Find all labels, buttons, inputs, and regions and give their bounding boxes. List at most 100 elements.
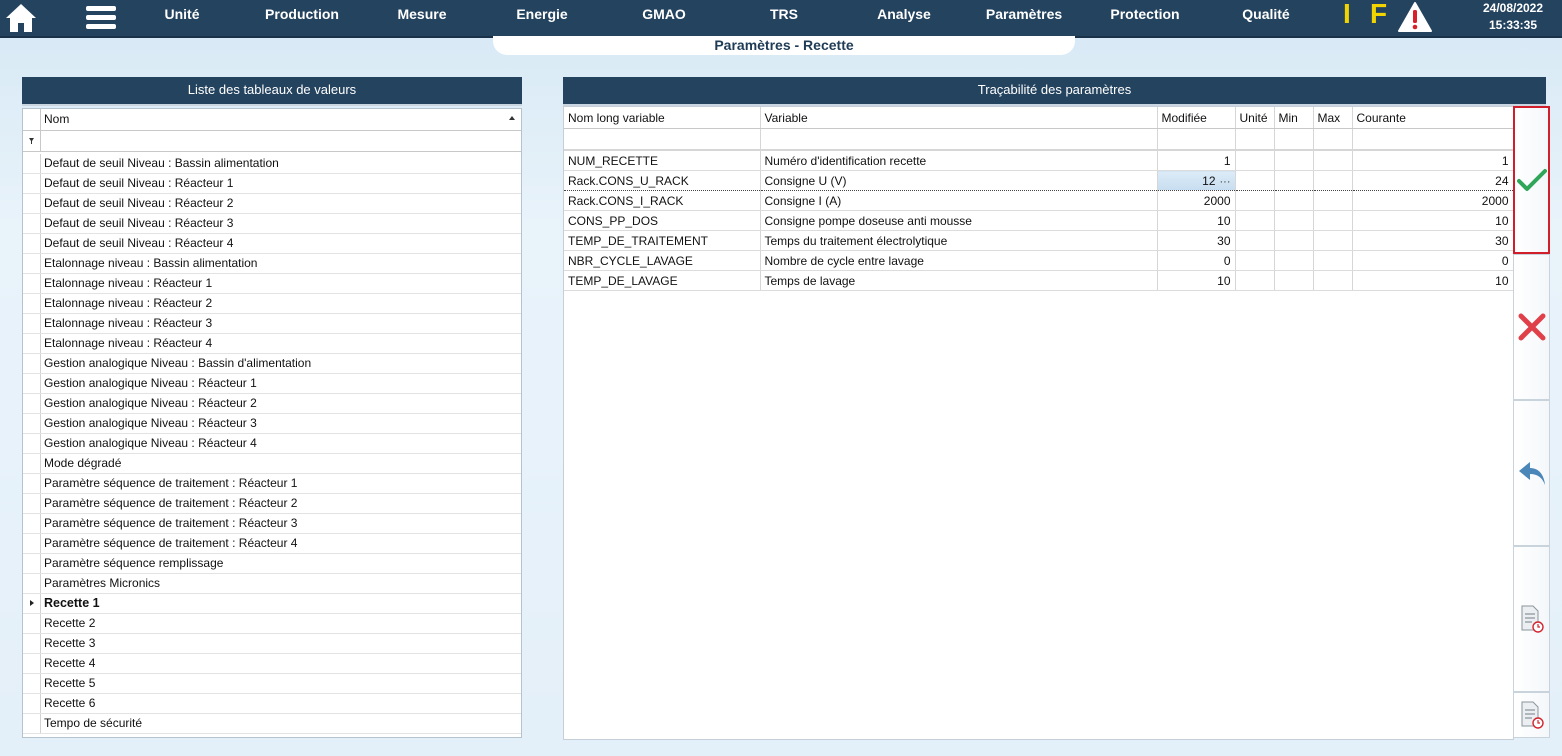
row-selector[interactable] (23, 534, 41, 553)
nav-item-5[interactable]: TRS (770, 0, 798, 30)
nav-item-0[interactable]: Unité (165, 0, 200, 30)
row-selector[interactable] (23, 374, 41, 393)
nav-item-3[interactable]: Energie (516, 0, 567, 30)
column-header[interactable]: Nom long variable (564, 107, 761, 129)
list-item[interactable]: Paramètre séquence remplissage (23, 554, 521, 574)
list-item[interactable]: Etalonnage niveau : Réacteur 1 (23, 274, 521, 294)
row-selector[interactable] (23, 454, 41, 473)
list-item[interactable]: Paramètres Micronics (23, 574, 521, 594)
home-button[interactable] (4, 1, 38, 35)
row-selector[interactable] (23, 654, 41, 673)
row-selector[interactable] (23, 434, 41, 453)
column-header[interactable]: Unité (1235, 107, 1275, 129)
ellipsis-button[interactable]: ··· (1220, 176, 1231, 188)
row-selector[interactable] (23, 614, 41, 633)
row-selector[interactable] (23, 254, 41, 273)
list-item[interactable]: Recette 3 (23, 634, 521, 654)
flag-f-indicator[interactable]: F (1370, 0, 1387, 30)
table-row[interactable]: CONS_PP_DOS Consigne pompe doseuse anti m… (564, 210, 1513, 231)
cell-modifiee[interactable]: 10 (1157, 270, 1236, 291)
row-selector[interactable] (23, 594, 41, 613)
table-row[interactable]: TEMP_DE_TRAITEMENT Temps du traitement él… (564, 230, 1513, 251)
row-selector[interactable] (23, 314, 41, 333)
table-row[interactable]: Rack.CONS_U_RACK Consigne U (V) 12 ··· 24 (564, 170, 1513, 191)
undo-button[interactable] (1513, 400, 1550, 546)
list-item[interactable]: Defaut de seuil Niveau : Bassin alimenta… (23, 154, 521, 174)
row-selector[interactable] (23, 514, 41, 533)
nav-item-9[interactable]: Qualité (1242, 0, 1289, 30)
list-item[interactable]: Gestion analogique Niveau : Réacteur 1 (23, 374, 521, 394)
row-selector[interactable] (23, 174, 41, 193)
list-item[interactable]: Gestion analogique Niveau : Réacteur 4 (23, 434, 521, 454)
list-item[interactable]: Recette 2 (23, 614, 521, 634)
column-header[interactable]: Min (1274, 107, 1314, 129)
cell-modifiee[interactable]: 1 (1157, 150, 1236, 171)
list-item[interactable]: Paramètre séquence de traitement : Réact… (23, 494, 521, 514)
nav-item-4[interactable]: GMAO (642, 0, 686, 30)
list-item[interactable]: Paramètre séquence de traitement : Réact… (23, 534, 521, 554)
column-header[interactable]: Courante (1352, 107, 1513, 129)
row-selector[interactable] (23, 354, 41, 373)
row-selector[interactable] (23, 394, 41, 413)
history-doc-button-2[interactable] (1513, 692, 1550, 738)
row-selector[interactable] (23, 494, 41, 513)
history-doc-button[interactable] (1513, 546, 1550, 692)
row-selector[interactable] (23, 554, 41, 573)
list-item[interactable]: Tempo de sécurité (23, 714, 521, 734)
list-item[interactable]: Defaut de seuil Niveau : Réacteur 1 (23, 174, 521, 194)
table-row[interactable]: NUM_RECETTE Numéro d'identification recet… (564, 150, 1513, 171)
list-item[interactable]: Paramètre séquence de traitement : Réact… (23, 514, 521, 534)
list-item[interactable]: Gestion analogique Niveau : Réacteur 2 (23, 394, 521, 414)
row-selector[interactable] (23, 714, 41, 733)
column-header[interactable]: Max (1313, 107, 1353, 129)
column-header[interactable]: Modifiée (1157, 107, 1236, 129)
list-item[interactable]: Gestion analogique Niveau : Bassin d'ali… (23, 354, 521, 374)
list-item[interactable]: Defaut de seuil Niveau : Réacteur 4 (23, 234, 521, 254)
main-menu-button[interactable] (86, 3, 116, 31)
list-item[interactable]: Etalonnage niveau : Réacteur 3 (23, 314, 521, 334)
row-selector[interactable] (23, 574, 41, 593)
cell-modifiee[interactable]: 0 (1157, 250, 1236, 271)
nav-item-7[interactable]: Paramètres (986, 0, 1062, 30)
list-item[interactable]: Recette 6 (23, 694, 521, 714)
cell-modifiee[interactable]: 10 (1157, 210, 1236, 231)
list-item[interactable]: Defaut de seuil Niveau : Réacteur 3 (23, 214, 521, 234)
validate-button[interactable] (1513, 106, 1550, 254)
list-item[interactable]: Recette 1 (23, 594, 521, 614)
list-item[interactable]: Paramètre séquence de traitement : Réact… (23, 474, 521, 494)
row-selector[interactable] (23, 274, 41, 293)
table-row[interactable]: TEMP_DE_LAVAGE Temps de lavage 10 10 (564, 270, 1513, 291)
list-filter-row[interactable] (23, 131, 521, 152)
alarm-button[interactable] (1397, 1, 1433, 33)
row-selector[interactable] (23, 674, 41, 693)
cell-modifiee[interactable]: 30 (1157, 230, 1236, 251)
row-selector[interactable] (23, 194, 41, 213)
row-selector[interactable] (23, 694, 41, 713)
row-selector[interactable] (23, 154, 41, 173)
row-selector[interactable] (23, 334, 41, 353)
row-selector[interactable] (23, 634, 41, 653)
edit-value[interactable]: 12 (1202, 174, 1215, 188)
cell-modifiee[interactable]: 12 ··· (1157, 170, 1236, 191)
row-selector[interactable] (23, 294, 41, 313)
row-selector[interactable] (23, 234, 41, 253)
nav-item-8[interactable]: Protection (1110, 0, 1179, 30)
list-item[interactable]: Gestion analogique Niveau : Réacteur 3 (23, 414, 521, 434)
list-item[interactable]: Recette 5 (23, 674, 521, 694)
nav-item-6[interactable]: Analyse (877, 0, 931, 30)
row-selector[interactable] (23, 214, 41, 233)
row-selector[interactable] (23, 414, 41, 433)
list-item[interactable]: Etalonnage niveau : Réacteur 4 (23, 334, 521, 354)
cancel-button[interactable] (1513, 254, 1550, 400)
column-header[interactable]: Variable (760, 107, 1158, 129)
list-item[interactable]: Defaut de seuil Niveau : Réacteur 2 (23, 194, 521, 214)
row-selector[interactable] (23, 474, 41, 493)
list-item[interactable]: Etalonnage niveau : Bassin alimentation (23, 254, 521, 274)
nav-item-2[interactable]: Mesure (397, 0, 446, 30)
table-row[interactable]: Rack.CONS_I_RACK Consigne I (A) 2000 2000 (564, 190, 1513, 211)
nav-item-1[interactable]: Production (265, 0, 339, 30)
flag-i-indicator[interactable]: I (1343, 0, 1351, 30)
table-row[interactable]: NBR_CYCLE_LAVAGE Nombre de cycle entre la… (564, 250, 1513, 271)
list-item[interactable]: Recette 4 (23, 654, 521, 674)
list-item[interactable]: Etalonnage niveau : Réacteur 2 (23, 294, 521, 314)
